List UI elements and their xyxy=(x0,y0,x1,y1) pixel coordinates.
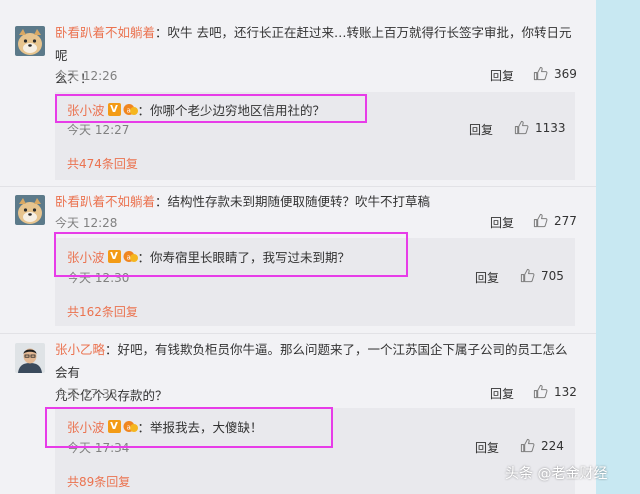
watermark: 头条 @老金财经 xyxy=(505,466,608,482)
more-replies-link[interactable]: 共162条回复 xyxy=(67,303,138,320)
thumbs-up-icon xyxy=(514,120,529,135)
like-count: 1133 xyxy=(535,120,566,135)
highlight-box xyxy=(45,407,333,448)
reply-button[interactable]: 回复 xyxy=(469,121,493,138)
avatar[interactable] xyxy=(15,26,45,56)
like-count: 277 xyxy=(554,213,577,228)
reply-button[interactable]: 回复 xyxy=(490,67,514,84)
like-button[interactable]: 1133 xyxy=(514,120,566,135)
divider xyxy=(0,186,596,187)
reply-button[interactable]: 回复 xyxy=(475,269,499,286)
divider xyxy=(0,333,596,334)
reply-button[interactable]: 回复 xyxy=(490,385,514,402)
like-count: 369 xyxy=(554,66,577,81)
reply-button[interactable]: 回复 xyxy=(475,439,499,456)
comment-time: 今天 17:33 xyxy=(55,387,118,401)
like-button[interactable]: 224 xyxy=(520,438,564,453)
comment-time: 今天 12:28 xyxy=(55,216,118,230)
comment-time: 今天 12:26 xyxy=(55,69,118,83)
comment-username[interactable]: 卧看趴着不如躺着 xyxy=(55,194,155,209)
thumbs-up-icon xyxy=(533,384,548,399)
more-replies-link[interactable]: 共89条回复 xyxy=(67,473,130,490)
avatar[interactable] xyxy=(15,195,45,225)
thumbs-up-icon xyxy=(533,213,548,228)
comment-username[interactable]: 张小乙略 xyxy=(55,342,105,357)
thumbs-up-icon xyxy=(520,268,535,283)
like-button[interactable]: 369 xyxy=(533,66,577,81)
like-button[interactable]: 132 xyxy=(533,384,577,399)
like-count: 132 xyxy=(554,384,577,399)
highlight-box xyxy=(55,94,367,123)
reply-button[interactable]: 回复 xyxy=(490,214,514,231)
avatar[interactable] xyxy=(15,343,45,373)
reply-time: 今天 12:27 xyxy=(67,123,130,137)
more-replies-link[interactable]: 共474条回复 xyxy=(67,155,138,172)
comment-username[interactable]: 卧看趴着不如躺着 xyxy=(55,25,155,40)
thumbs-up-icon xyxy=(520,438,535,453)
like-button[interactable]: 277 xyxy=(533,213,577,228)
like-button[interactable]: 705 xyxy=(520,268,564,283)
thumbs-up-icon xyxy=(533,66,548,81)
like-count: 705 xyxy=(541,268,564,283)
comment-text: 卧看趴着不如躺着：结构性存款未到期随便取随便转？吹牛不打草稿 xyxy=(55,194,431,209)
like-count: 224 xyxy=(541,438,564,453)
right-side-panel xyxy=(596,0,640,494)
highlight-box xyxy=(54,232,408,277)
